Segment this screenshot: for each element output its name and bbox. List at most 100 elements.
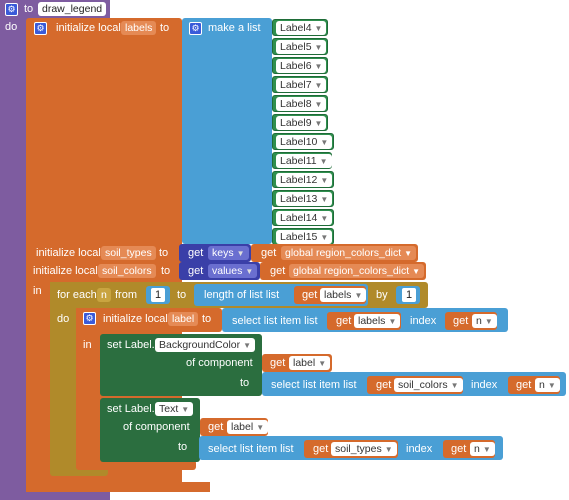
init-labels-var-field[interactable]: labels (121, 21, 157, 35)
label-item-block[interactable]: Label8 ▼ (272, 95, 328, 112)
init-label-to-keyword: to (202, 313, 212, 325)
in2-keyword: in (83, 339, 92, 351)
label-dropdown[interactable]: Label4 ▼ (276, 21, 327, 35)
label-item-block[interactable]: Label13 ▼ (272, 190, 334, 207)
label-item-block[interactable]: Label7 ▼ (272, 76, 328, 93)
init-label-gear-icon[interactable]: ⚙ (83, 312, 96, 325)
init-soil-colors-to-keyword: to (161, 265, 171, 277)
init-label-side-bar (76, 308, 100, 468)
dropdown-arrow-icon: ▼ (245, 267, 254, 276)
label-dropdown[interactable]: Label6 ▼ (276, 59, 327, 73)
dropdown-arrow-icon: ▼ (388, 317, 397, 326)
label-var-label: label (293, 357, 316, 369)
by-number-field[interactable]: 1 (402, 288, 417, 302)
label-item-block[interactable]: Label9 ▼ (272, 114, 328, 131)
dropdown-arrow-icon: ▼ (320, 214, 329, 223)
label-var-label-2: label (231, 421, 254, 433)
bg-to-keyword: to (240, 377, 250, 389)
label-item-block[interactable]: Label6 ▼ (272, 57, 328, 74)
text-property-label: Text (159, 403, 179, 415)
keys-dropdown-label: keys (212, 247, 234, 259)
dropdown-arrow-icon: ▼ (314, 100, 323, 109)
select-list-item-keyword: select list item list (232, 315, 318, 327)
dropdown-arrow-icon: ▼ (181, 405, 190, 414)
bg-property-dropdown[interactable]: BackgroundColor ▼ (155, 338, 256, 352)
global-var-label: global region_colors_dict (285, 247, 402, 259)
get-values-keyword: get (188, 265, 204, 277)
soil-colors-var-dropdown[interactable]: soil_colors ▼ (394, 378, 463, 392)
dropdown-arrow-icon: ▼ (482, 445, 491, 454)
text-index-keyword: index (406, 443, 433, 455)
for-each-var-field[interactable]: n (97, 288, 111, 302)
from-number-field[interactable]: 1 (151, 288, 166, 302)
dropdown-arrow-icon: ▼ (318, 359, 327, 368)
for-each-do-keyword: do (57, 313, 70, 325)
global-var-dropdown-2[interactable]: global region_colors_dict ▼ (289, 264, 425, 278)
labels-var-label: labels (324, 289, 352, 301)
text-of-component-keyword: of component (123, 421, 190, 433)
get-global-keyword-2: get (270, 265, 286, 277)
make-a-list-block[interactable] (182, 18, 272, 244)
init-labels-gear-icon[interactable]: ⚙ (34, 22, 47, 35)
procedure-do-keyword: do (5, 21, 18, 33)
get-n-keyword-3: get (451, 443, 467, 455)
label-dropdown[interactable]: Label10 ▼ (276, 135, 333, 149)
label-dropdown[interactable]: Label15 ▼ (276, 230, 333, 244)
n-var-dropdown-2[interactable]: n ▼ (535, 378, 560, 392)
init-labels-bottom-bar (26, 482, 210, 492)
label-item-block[interactable]: Label11 ▼ (272, 152, 332, 169)
keys-dropdown[interactable]: keys ▼ (208, 246, 249, 260)
dropdown-arrow-icon: ▼ (256, 423, 265, 432)
label-dropdown[interactable]: Label12 ▼ (276, 173, 333, 187)
dropdown-arrow-icon: ▼ (320, 176, 329, 185)
soil-types-var-label: soil_types (335, 443, 382, 455)
init-soil-colors-keyword: initialize local (33, 265, 98, 277)
dropdown-arrow-icon: ▼ (484, 317, 493, 326)
label-dropdown[interactable]: Label9 ▼ (276, 116, 327, 130)
soil-types-var-dropdown[interactable]: soil_types ▼ (331, 442, 397, 456)
values-dropdown-label: values (212, 265, 243, 277)
label-var-dropdown[interactable]: label ▼ (289, 356, 331, 370)
text-property-dropdown[interactable]: Text ▼ (155, 402, 194, 416)
label-item-block[interactable]: Label12 ▼ (272, 171, 334, 188)
label-dropdown[interactable]: Label5 ▼ (276, 40, 327, 54)
label-item-block[interactable]: Label14 ▼ (272, 209, 334, 226)
procedure-name-field[interactable]: draw_legend (38, 2, 107, 16)
label-item-block[interactable]: Label5 ▼ (272, 38, 328, 55)
label-dropdown[interactable]: Label11 ▼ (276, 154, 332, 168)
get-labels-keyword: get (302, 289, 318, 301)
make-a-list-gear-icon[interactable]: ⚙ (189, 22, 202, 35)
values-dropdown[interactable]: values ▼ (208, 264, 258, 278)
get-soil-types-keyword: get (313, 443, 329, 455)
mutator-gear-icon[interactable]: ⚙ (5, 3, 18, 16)
labels-var-dropdown[interactable]: labels ▼ (320, 288, 367, 302)
label-item-block[interactable]: Label10 ▼ (272, 133, 334, 150)
bg-index-keyword: index (471, 379, 498, 391)
dropdown-arrow-icon: ▼ (450, 381, 459, 390)
dropdown-arrow-icon: ▼ (320, 195, 329, 204)
procedure-to-keyword: to (24, 3, 34, 15)
set-bg-keyword: set Label. (107, 339, 155, 351)
global-var-dropdown[interactable]: global region_colors_dict ▼ (281, 246, 417, 260)
get-label-keyword-2: get (208, 421, 224, 433)
n-var-dropdown-3[interactable]: n ▼ (470, 442, 495, 456)
init-soil-colors-var-field[interactable]: soil_colors (98, 264, 156, 278)
n-var-dropdown[interactable]: n ▼ (472, 314, 497, 328)
to-keyword: to (177, 289, 187, 301)
dropdown-arrow-icon: ▼ (314, 24, 323, 33)
label-item-block[interactable]: Label15 ▼ (272, 228, 334, 245)
init-labels-to-keyword: to (160, 22, 170, 34)
label-dropdown[interactable]: Label7 ▼ (276, 78, 327, 92)
init-soil-types-var-field[interactable]: soil_types (101, 246, 156, 260)
label-dropdown[interactable]: Label13 ▼ (276, 192, 333, 206)
get-n-keyword: get (453, 315, 469, 327)
label-dropdown[interactable]: Label14 ▼ (276, 211, 333, 225)
label-var-dropdown-2[interactable]: label ▼ (227, 420, 269, 434)
label-item-block[interactable]: Label4 ▼ (272, 19, 328, 36)
init-label-var-field[interactable]: label (168, 312, 199, 326)
labels-var-dropdown-2[interactable]: labels ▼ (354, 314, 401, 328)
get-global-keyword: get (261, 247, 277, 259)
label-dropdown[interactable]: Label8 ▼ (276, 97, 327, 111)
dropdown-arrow-icon: ▼ (404, 249, 413, 258)
by-keyword: by (376, 289, 388, 301)
